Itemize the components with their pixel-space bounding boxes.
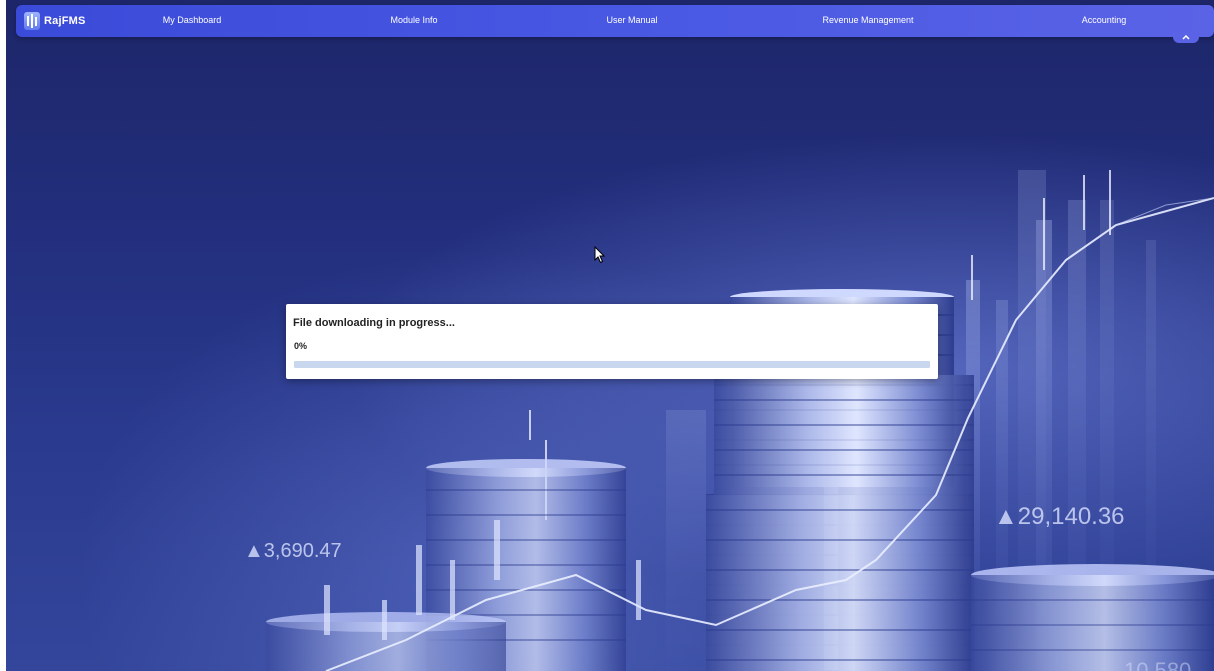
nav-my-dashboard[interactable]: My Dashboard bbox=[163, 15, 222, 25]
nav-accounting[interactable]: Accounting bbox=[1082, 15, 1127, 25]
mouse-cursor-icon bbox=[594, 246, 606, 264]
chevron-up-icon bbox=[1182, 34, 1190, 40]
download-progress-dialog: File downloading in progress... 0% bbox=[286, 304, 938, 379]
background-ticker-right: ▲29,140.36 bbox=[994, 503, 1125, 530]
rajfms-logo-icon bbox=[24, 12, 40, 30]
dialog-title: File downloading in progress... bbox=[293, 317, 455, 329]
collapse-navbar-button[interactable] bbox=[1173, 31, 1199, 43]
nav-user-manual[interactable]: User Manual bbox=[606, 15, 657, 25]
app-logo[interactable]: RajFMS bbox=[24, 12, 86, 30]
top-navbar: RajFMS My Dashboard Module Info User Man… bbox=[16, 5, 1214, 37]
progress-percent-text: 0% bbox=[294, 341, 308, 351]
progress-bar bbox=[294, 361, 930, 368]
nav-revenue-management[interactable]: Revenue Management bbox=[822, 15, 913, 25]
background-ticker-left: ▲3,690.47 bbox=[244, 540, 342, 562]
nav-module-info[interactable]: Module Info bbox=[390, 15, 437, 25]
app-logo-text: RajFMS bbox=[44, 15, 86, 27]
background-ticker-bottom: 10,580 bbox=[1124, 658, 1192, 671]
